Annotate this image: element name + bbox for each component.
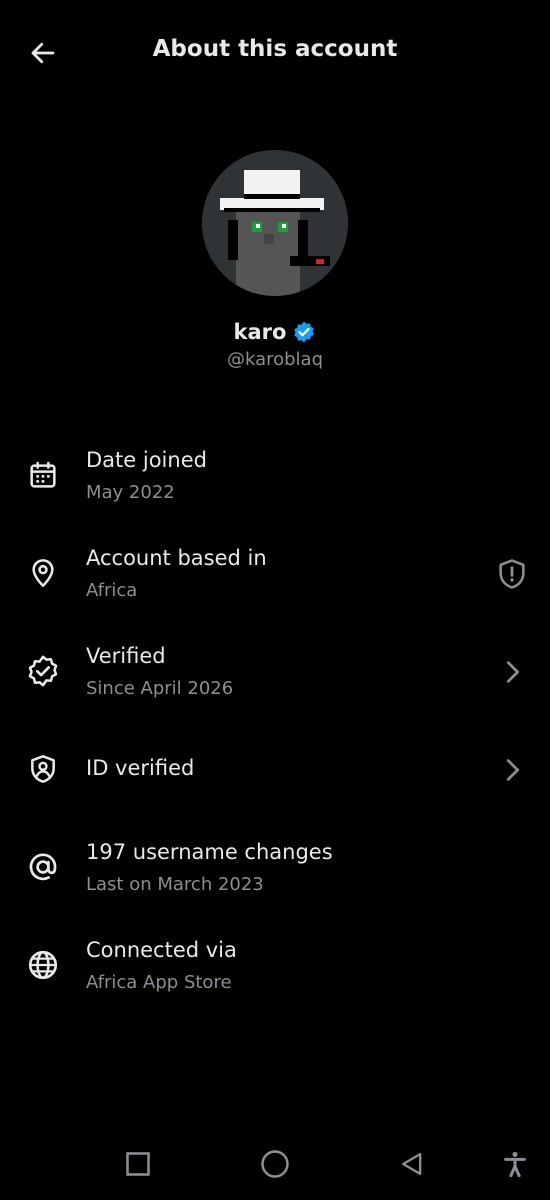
row-label: Date joined — [86, 448, 207, 472]
row-account-based-in: Account based in Africa — [0, 530, 550, 620]
row-verified[interactable]: Verified Since April 2026 — [0, 628, 550, 718]
accessibility-button[interactable] — [493, 1142, 537, 1186]
back-nav-button[interactable] — [390, 1142, 434, 1186]
shield-alert-icon[interactable] — [494, 556, 530, 592]
at-sign-icon — [24, 848, 62, 886]
location-pin-icon — [24, 554, 62, 592]
row-label: Verified — [86, 644, 166, 668]
profile-name: karo — [233, 320, 287, 344]
page-title: About this account — [152, 36, 398, 62]
triangle-back-icon — [402, 1152, 422, 1176]
chevron-right-icon[interactable] — [494, 654, 530, 690]
row-date-joined: Date joined May 2022 — [0, 432, 550, 522]
row-sub: Africa App Store — [86, 972, 232, 993]
accessibility-icon — [504, 1151, 526, 1178]
row-label: Account based in — [86, 546, 267, 570]
chevron-right-icon[interactable] — [494, 752, 530, 788]
row-connected-via: Connected via Africa App Store — [0, 922, 550, 1012]
verified-badge-icon — [294, 321, 315, 343]
row-label: 197 username changes — [86, 840, 333, 864]
profile-name-row: karo — [0, 320, 550, 344]
row-sub: Africa — [86, 580, 138, 601]
system-navigation-bar — [0, 1128, 550, 1200]
home-button[interactable] — [253, 1142, 297, 1186]
verified-badge-icon — [24, 652, 62, 690]
row-id-verified[interactable]: ID verified — [0, 726, 550, 816]
globe-icon — [24, 946, 62, 984]
profile-handle: @karoblaq — [226, 349, 324, 370]
square-icon — [126, 1152, 150, 1176]
row-sub: Last on March 2023 — [86, 874, 264, 895]
row-label: ID verified — [86, 756, 195, 780]
row-sub: May 2022 — [86, 482, 175, 503]
top-app-bar: About this account — [0, 0, 550, 104]
id-shield-icon — [24, 750, 62, 788]
circle-icon — [261, 1150, 289, 1178]
row-label: Connected via — [86, 938, 237, 962]
avatar[interactable] — [202, 150, 348, 296]
calendar-icon — [24, 456, 62, 494]
row-username-changes: 197 username changes Last on March 2023 — [0, 824, 550, 914]
pixel-avatar-image — [202, 150, 348, 296]
recent-apps-button[interactable] — [116, 1142, 160, 1186]
row-sub: Since April 2026 — [86, 678, 234, 699]
